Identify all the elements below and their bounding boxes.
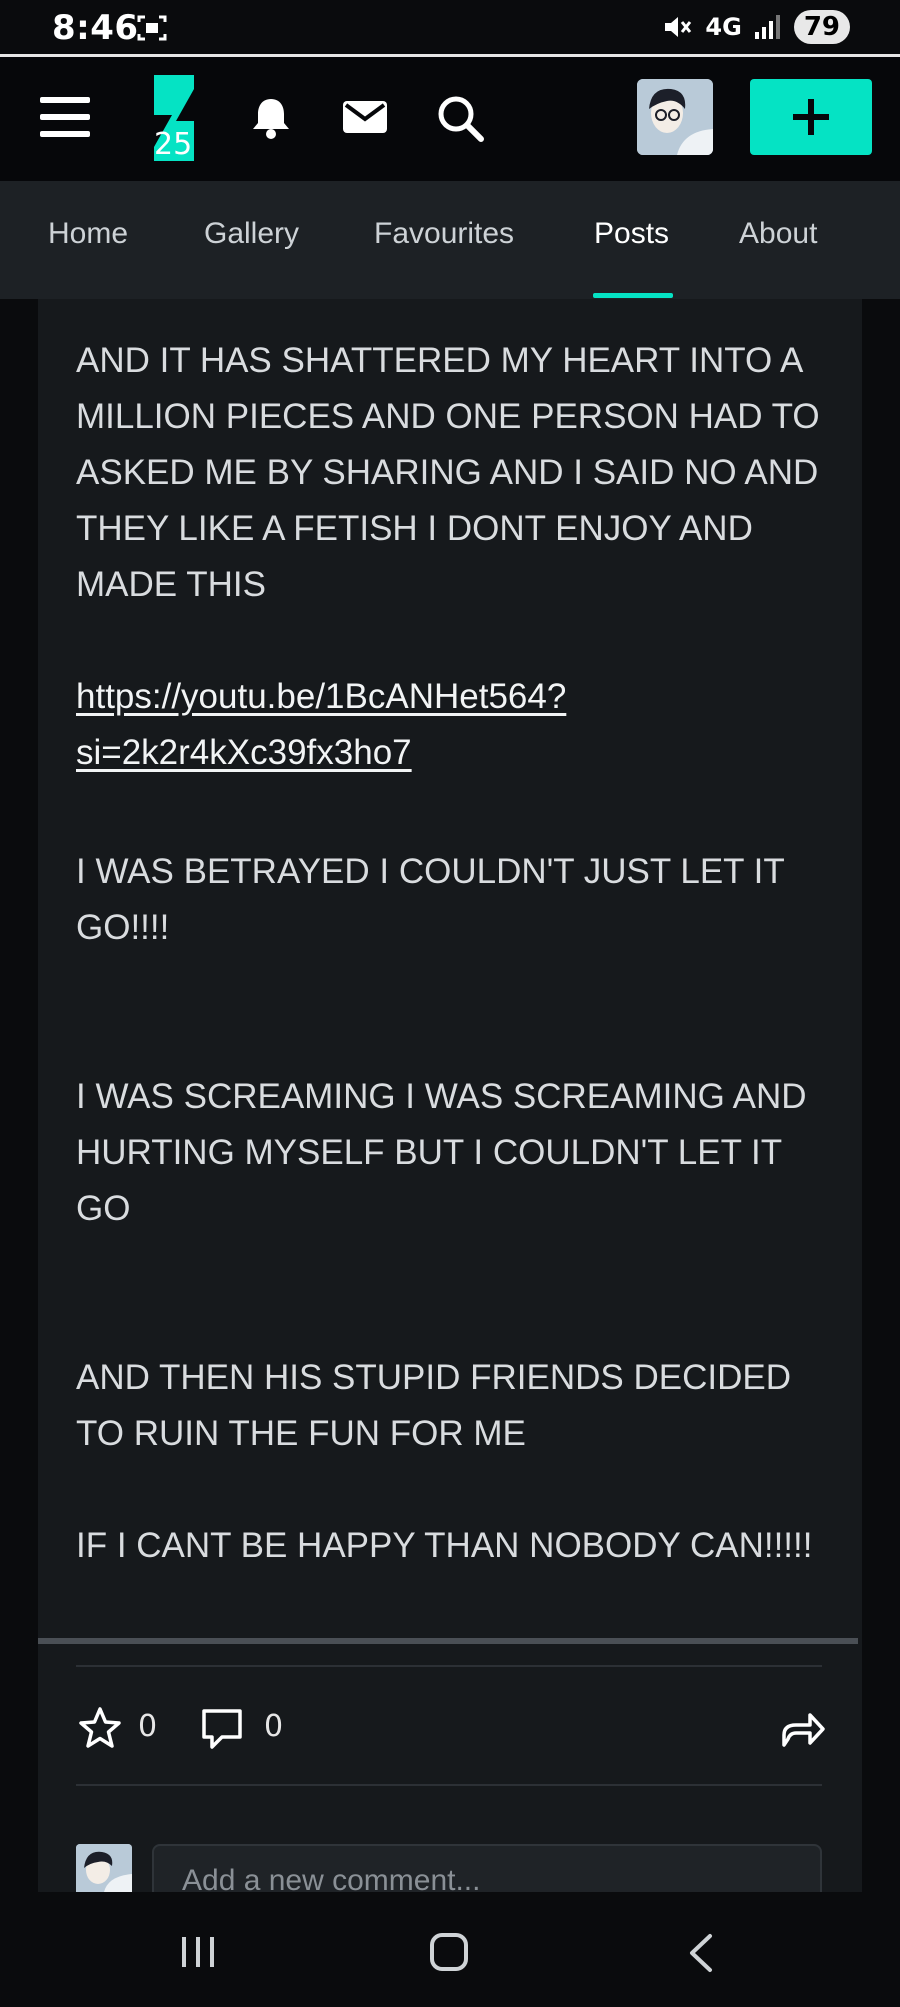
recent-apps-icon[interactable] xyxy=(180,1935,216,1969)
comments-count: 0 xyxy=(264,1709,284,1744)
post-paragraph: IF I CANT BE HAPPY THAN NOBODY CAN!!!!! xyxy=(76,1526,813,1565)
signal-icon xyxy=(754,15,780,39)
profile-tabs: Home Gallery Favourites Posts About xyxy=(0,181,900,299)
notifications-bell-icon[interactable] xyxy=(248,95,294,141)
favourite-star-icon[interactable] xyxy=(76,1705,124,1753)
comment-input[interactable]: Add a new comment... xyxy=(152,1844,822,1892)
active-tab-indicator xyxy=(593,293,673,298)
post-actions: 0 0 xyxy=(76,1697,825,1757)
post-link[interactable]: https://youtu.be/1BcANHet564? si=2k2r4kX… xyxy=(76,669,836,781)
user-avatar[interactable] xyxy=(637,79,713,155)
app-header: 25 xyxy=(0,57,900,181)
commenter-avatar xyxy=(76,1844,132,1892)
post-card: AND IT HAS SHATTERED MY HEART INTO A MIL… xyxy=(38,299,862,1892)
back-icon[interactable] xyxy=(686,1933,716,1973)
divider xyxy=(76,1665,822,1667)
youtube-link-line1[interactable]: https://youtu.be/1BcANHet564? xyxy=(76,677,566,716)
status-bar: 8:46 4G 79 xyxy=(0,0,900,57)
battery-level: 79 xyxy=(793,10,850,44)
post-paragraph: I WAS BETRAYED I COULDN'T JUST LET IT GO… xyxy=(76,852,785,947)
tab-gallery[interactable]: Gallery xyxy=(204,217,299,251)
logo-badge: 25 xyxy=(154,127,193,162)
comment-icon[interactable] xyxy=(200,1707,244,1751)
divider xyxy=(76,1784,822,1786)
status-time: 8:46 xyxy=(52,8,139,48)
tab-home[interactable]: Home xyxy=(48,217,128,251)
post-paragraph: I WAS SCREAMING I WAS SCREAMING AND HURT… xyxy=(76,1077,807,1228)
create-button[interactable] xyxy=(750,79,872,155)
mute-icon xyxy=(665,17,692,37)
tab-about[interactable]: About xyxy=(739,217,817,251)
home-icon[interactable] xyxy=(430,1933,468,1971)
youtube-link-line2[interactable]: si=2k2r4kXc39fx3ho7 xyxy=(76,733,412,772)
network-type: 4G xyxy=(705,13,742,41)
menu-icon[interactable] xyxy=(40,97,90,137)
screenshot-icon xyxy=(137,15,167,41)
post-paragraph: AND IT HAS SHATTERED MY HEART INTO A MIL… xyxy=(76,341,820,604)
search-icon[interactable] xyxy=(435,93,485,143)
system-nav-bar xyxy=(0,1893,900,2007)
tab-favourites[interactable]: Favourites xyxy=(374,217,514,251)
tab-posts[interactable]: Posts xyxy=(594,217,669,251)
post-paragraph: AND THEN HIS STUPID FRIENDS DECIDED TO R… xyxy=(76,1358,791,1453)
favourites-count: 0 xyxy=(138,1709,158,1744)
share-icon[interactable] xyxy=(780,1705,826,1751)
horizontal-scrollbar[interactable] xyxy=(38,1638,858,1644)
mail-icon[interactable] xyxy=(342,99,388,135)
